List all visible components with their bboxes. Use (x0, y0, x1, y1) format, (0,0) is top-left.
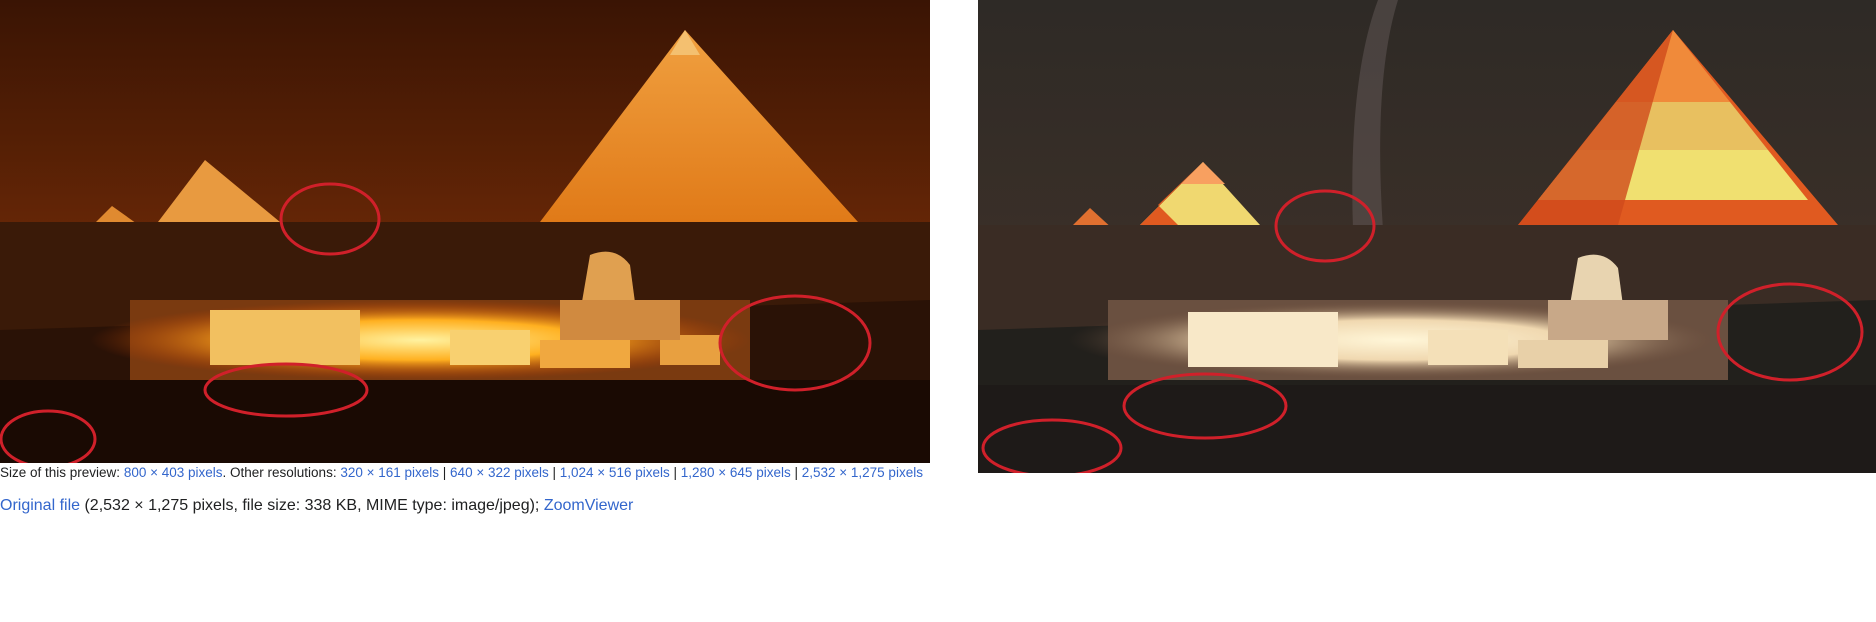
resolution-separator: | (790, 465, 802, 480)
preview-size-prefix: Size of this preview: (0, 465, 124, 480)
current-resolution-link[interactable]: 800 × 403 pixels (124, 465, 223, 480)
original-file-link[interactable]: Original file (0, 497, 80, 514)
zoomviewer-link[interactable]: ZoomViewer (544, 497, 634, 514)
resolution-link-1280[interactable]: 1,280 × 645 pixels (681, 465, 791, 480)
resolution-separator: | (439, 465, 451, 480)
resolution-link-640[interactable]: 640 × 322 pixels (450, 465, 549, 480)
file-details: (2,532 × 1,275 pixels, file size: 338 KB… (80, 497, 544, 514)
resolution-separator: | (548, 465, 560, 480)
original-file-line: Original file (2,532 × 1,275 pixels, fil… (0, 496, 633, 516)
resolution-separator: | (669, 465, 681, 480)
resolution-link-320[interactable]: 320 × 161 pixels (340, 465, 439, 480)
comparison-page: Size of this preview: 800 × 403 pixels. … (0, 0, 1876, 622)
preview-image-left[interactable] (0, 0, 930, 463)
resolution-link-2532[interactable]: 2,532 × 1,275 pixels (802, 465, 923, 480)
comparison-image-right (978, 0, 1876, 473)
resolution-link-1024[interactable]: 1,024 × 516 pixels (560, 465, 670, 480)
preview-size-line: Size of this preview: 800 × 403 pixels. … (0, 465, 935, 481)
other-resolutions-label: . Other resolutions: (222, 465, 341, 480)
